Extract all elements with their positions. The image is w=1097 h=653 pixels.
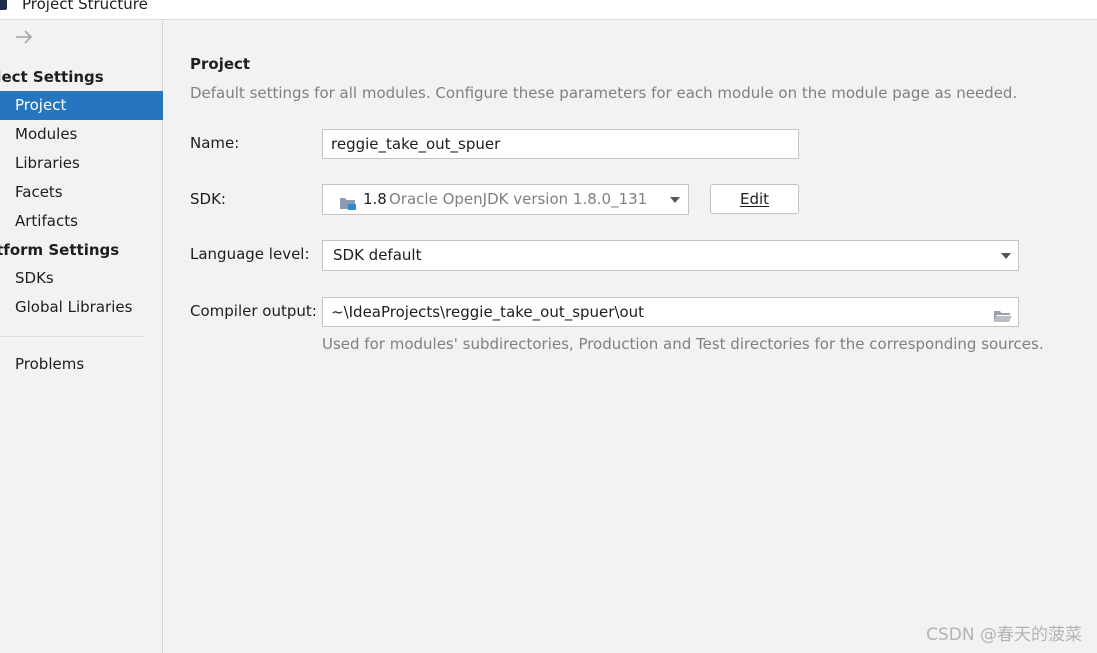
title-bar: Project Structure [0, 0, 1097, 20]
compiler-output-value: ~\IdeaProjects\reggie_take_out_spuer\out [331, 303, 645, 321]
browse-folder-icon[interactable] [993, 305, 1013, 322]
chevron-down-icon [670, 197, 680, 203]
sidebar-item-problems[interactable]: Problems [0, 350, 163, 379]
sidebar: oject Settings Project Modules Libraries… [0, 21, 163, 653]
project-name-input[interactable] [322, 129, 799, 159]
sidebar-item-sdks[interactable]: SDKs [0, 264, 163, 293]
sidebar-item-project[interactable]: Project [0, 91, 163, 120]
sdk-edit-button[interactable]: Edit [710, 184, 799, 214]
language-level-value: SDK default [333, 246, 422, 264]
sidebar-divider [0, 336, 145, 337]
language-level-label: Language level: [190, 245, 310, 263]
arrow-right-icon[interactable] [14, 27, 34, 47]
watermark: CSDN @春天的菠菜 [926, 625, 1082, 645]
sdk-version: 1.8 [363, 190, 387, 208]
window-title: Project Structure [22, 0, 148, 13]
chevron-down-icon [1001, 253, 1011, 259]
sidebar-item-artifacts[interactable]: Artifacts [0, 207, 163, 236]
compiler-output-label: Compiler output: [190, 302, 317, 320]
name-label: Name: [190, 134, 240, 152]
project-settings-header: oject Settings [0, 68, 104, 86]
sidebar-item-global-libraries[interactable]: Global Libraries [0, 293, 163, 322]
app-logo-icon [0, 0, 7, 10]
sdk-label: SDK: [190, 190, 226, 208]
compiler-output-hint: Used for modules' subdirectories, Produc… [322, 335, 1044, 353]
sdk-dropdown[interactable]: 1.8 Oracle OpenJDK version 1.8.0_131 [322, 184, 689, 215]
sdk-detail: Oracle OpenJDK version 1.8.0_131 [389, 190, 648, 208]
edit-button-label: Edit [739, 190, 770, 208]
folder-icon [339, 192, 357, 210]
sidebar-item-libraries[interactable]: Libraries [0, 149, 163, 178]
page-description: Default settings for all modules. Config… [190, 84, 1018, 102]
language-level-dropdown[interactable]: SDK default [322, 240, 1019, 271]
compiler-output-field[interactable]: ~\IdeaProjects\reggie_take_out_spuer\out [322, 297, 1019, 327]
project-structure-window: Project Structure oject Settings Project… [0, 0, 1097, 653]
platform-settings-header: atform Settings [0, 241, 120, 259]
sidebar-item-facets[interactable]: Facets [0, 178, 163, 207]
main-panel: Project Default settings for all modules… [164, 21, 1097, 653]
page-title: Project [190, 55, 251, 73]
sidebar-item-modules[interactable]: Modules [0, 120, 163, 149]
